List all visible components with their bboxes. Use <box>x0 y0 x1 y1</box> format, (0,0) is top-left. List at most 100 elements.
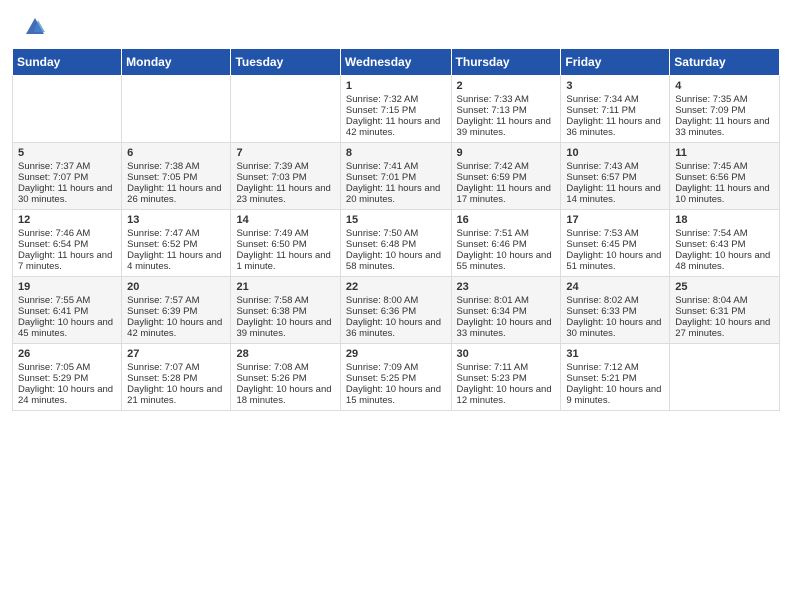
day-number: 16 <box>457 214 556 226</box>
calendar-cell <box>122 76 231 143</box>
sunrise-text: Sunrise: 7:32 AM <box>346 94 446 105</box>
sunset-text: Sunset: 6:57 PM <box>566 172 664 183</box>
daylight-text: Daylight: 10 hours and 33 minutes. <box>457 317 556 339</box>
sunrise-text: Sunrise: 7:34 AM <box>566 94 664 105</box>
sunrise-text: Sunrise: 7:53 AM <box>566 228 664 239</box>
sunset-text: Sunset: 6:33 PM <box>566 306 664 317</box>
daylight-text: Daylight: 10 hours and 55 minutes. <box>457 250 556 272</box>
daylight-text: Daylight: 10 hours and 21 minutes. <box>127 384 225 406</box>
daylight-text: Daylight: 10 hours and 18 minutes. <box>236 384 334 406</box>
sunrise-text: Sunrise: 7:54 AM <box>675 228 774 239</box>
sunset-text: Sunset: 5:23 PM <box>457 373 556 384</box>
logo <box>20 16 46 38</box>
weekday-header-monday: Monday <box>122 49 231 76</box>
calendar-cell: 18Sunrise: 7:54 AMSunset: 6:43 PMDayligh… <box>670 210 780 277</box>
daylight-text: Daylight: 11 hours and 26 minutes. <box>127 183 225 205</box>
sunset-text: Sunset: 6:38 PM <box>236 306 334 317</box>
week-row-3: 12Sunrise: 7:46 AMSunset: 6:54 PMDayligh… <box>13 210 780 277</box>
sunrise-text: Sunrise: 7:08 AM <box>236 362 334 373</box>
weekday-header-row: SundayMondayTuesdayWednesdayThursdayFrid… <box>13 49 780 76</box>
sunset-text: Sunset: 6:43 PM <box>675 239 774 250</box>
header <box>0 0 792 48</box>
daylight-text: Daylight: 10 hours and 42 minutes. <box>127 317 225 339</box>
calendar-cell: 6Sunrise: 7:38 AMSunset: 7:05 PMDaylight… <box>122 143 231 210</box>
day-number: 14 <box>236 214 334 226</box>
calendar-cell: 24Sunrise: 8:02 AMSunset: 6:33 PMDayligh… <box>561 277 670 344</box>
day-number: 4 <box>675 80 774 92</box>
day-number: 2 <box>457 80 556 92</box>
calendar-cell: 20Sunrise: 7:57 AMSunset: 6:39 PMDayligh… <box>122 277 231 344</box>
weekday-header-tuesday: Tuesday <box>231 49 340 76</box>
calendar-cell: 9Sunrise: 7:42 AMSunset: 6:59 PMDaylight… <box>451 143 561 210</box>
sunset-text: Sunset: 7:01 PM <box>346 172 446 183</box>
sunrise-text: Sunrise: 7:45 AM <box>675 161 774 172</box>
sunset-text: Sunset: 5:28 PM <box>127 373 225 384</box>
week-row-1: 1Sunrise: 7:32 AMSunset: 7:15 PMDaylight… <box>13 76 780 143</box>
weekday-header-friday: Friday <box>561 49 670 76</box>
calendar-cell: 15Sunrise: 7:50 AMSunset: 6:48 PMDayligh… <box>340 210 451 277</box>
day-number: 31 <box>566 348 664 360</box>
calendar-cell <box>670 344 780 411</box>
day-number: 17 <box>566 214 664 226</box>
calendar-cell: 4Sunrise: 7:35 AMSunset: 7:09 PMDaylight… <box>670 76 780 143</box>
daylight-text: Daylight: 10 hours and 45 minutes. <box>18 317 116 339</box>
sunrise-text: Sunrise: 7:07 AM <box>127 362 225 373</box>
daylight-text: Daylight: 11 hours and 36 minutes. <box>566 116 664 138</box>
calendar-cell: 16Sunrise: 7:51 AMSunset: 6:46 PMDayligh… <box>451 210 561 277</box>
sunset-text: Sunset: 6:45 PM <box>566 239 664 250</box>
sunset-text: Sunset: 7:05 PM <box>127 172 225 183</box>
sunset-text: Sunset: 7:11 PM <box>566 105 664 116</box>
sunrise-text: Sunrise: 7:58 AM <box>236 295 334 306</box>
calendar-cell: 30Sunrise: 7:11 AMSunset: 5:23 PMDayligh… <box>451 344 561 411</box>
sunrise-text: Sunrise: 7:11 AM <box>457 362 556 373</box>
daylight-text: Daylight: 10 hours and 9 minutes. <box>566 384 664 406</box>
calendar-cell: 27Sunrise: 7:07 AMSunset: 5:28 PMDayligh… <box>122 344 231 411</box>
calendar-wrapper: SundayMondayTuesdayWednesdayThursdayFrid… <box>0 48 792 423</box>
weekday-header-thursday: Thursday <box>451 49 561 76</box>
calendar-cell: 22Sunrise: 8:00 AMSunset: 6:36 PMDayligh… <box>340 277 451 344</box>
day-number: 8 <box>346 147 446 159</box>
day-number: 18 <box>675 214 774 226</box>
day-number: 23 <box>457 281 556 293</box>
sunrise-text: Sunrise: 7:37 AM <box>18 161 116 172</box>
day-number: 11 <box>675 147 774 159</box>
calendar-cell <box>13 76 122 143</box>
sunrise-text: Sunrise: 7:39 AM <box>236 161 334 172</box>
day-number: 7 <box>236 147 334 159</box>
page: SundayMondayTuesdayWednesdayThursdayFrid… <box>0 0 792 612</box>
sunset-text: Sunset: 5:26 PM <box>236 373 334 384</box>
sunrise-text: Sunrise: 8:01 AM <box>457 295 556 306</box>
calendar-cell: 5Sunrise: 7:37 AMSunset: 7:07 PMDaylight… <box>13 143 122 210</box>
daylight-text: Daylight: 11 hours and 17 minutes. <box>457 183 556 205</box>
day-number: 21 <box>236 281 334 293</box>
weekday-header-sunday: Sunday <box>13 49 122 76</box>
day-number: 19 <box>18 281 116 293</box>
sunrise-text: Sunrise: 7:46 AM <box>18 228 116 239</box>
calendar-cell: 8Sunrise: 7:41 AMSunset: 7:01 PMDaylight… <box>340 143 451 210</box>
day-number: 9 <box>457 147 556 159</box>
sunset-text: Sunset: 7:03 PM <box>236 172 334 183</box>
day-number: 29 <box>346 348 446 360</box>
sunrise-text: Sunrise: 8:04 AM <box>675 295 774 306</box>
sunset-text: Sunset: 6:52 PM <box>127 239 225 250</box>
sunrise-text: Sunrise: 7:41 AM <box>346 161 446 172</box>
week-row-4: 19Sunrise: 7:55 AMSunset: 6:41 PMDayligh… <box>13 277 780 344</box>
sunrise-text: Sunrise: 7:05 AM <box>18 362 116 373</box>
sunrise-text: Sunrise: 7:38 AM <box>127 161 225 172</box>
sunset-text: Sunset: 6:34 PM <box>457 306 556 317</box>
calendar-cell: 31Sunrise: 7:12 AMSunset: 5:21 PMDayligh… <box>561 344 670 411</box>
daylight-text: Daylight: 11 hours and 30 minutes. <box>18 183 116 205</box>
daylight-text: Daylight: 11 hours and 7 minutes. <box>18 250 116 272</box>
calendar-cell: 7Sunrise: 7:39 AMSunset: 7:03 PMDaylight… <box>231 143 340 210</box>
sunrise-text: Sunrise: 8:02 AM <box>566 295 664 306</box>
calendar-cell: 10Sunrise: 7:43 AMSunset: 6:57 PMDayligh… <box>561 143 670 210</box>
calendar-cell: 1Sunrise: 7:32 AMSunset: 7:15 PMDaylight… <box>340 76 451 143</box>
daylight-text: Daylight: 10 hours and 39 minutes. <box>236 317 334 339</box>
calendar-cell: 14Sunrise: 7:49 AMSunset: 6:50 PMDayligh… <box>231 210 340 277</box>
calendar-cell: 23 Sunrise: 8:01 AMSunset: 6:34 PMDayligh… <box>451 277 561 344</box>
daylight-text: Daylight: 10 hours and 58 minutes. <box>346 250 446 272</box>
daylight-text: Daylight: 11 hours and 33 minutes. <box>675 116 774 138</box>
sunset-text: Sunset: 6:36 PM <box>346 306 446 317</box>
sunset-text: Sunset: 7:15 PM <box>346 105 446 116</box>
week-row-2: 5Sunrise: 7:37 AMSunset: 7:07 PMDaylight… <box>13 143 780 210</box>
